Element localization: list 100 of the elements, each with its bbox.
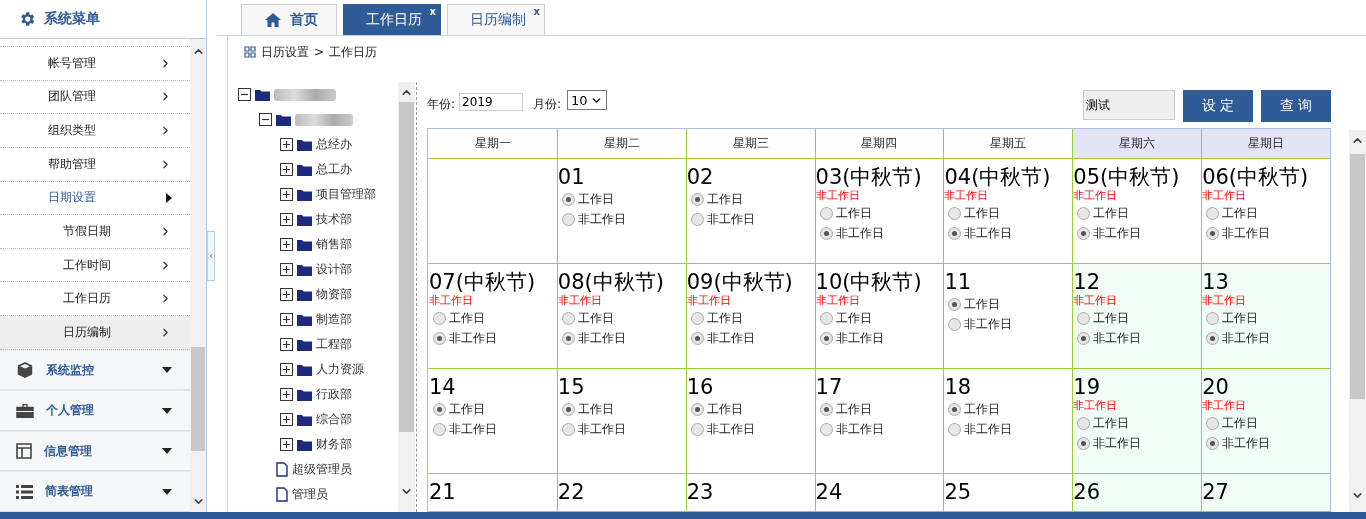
- radio-icon[interactable]: [561, 311, 575, 325]
- radio-option[interactable]: 工作日: [815, 399, 944, 419]
- scroll-thumb[interactable]: [191, 347, 205, 451]
- radio-icon[interactable]: [690, 192, 704, 206]
- radio-option[interactable]: 非工作日: [429, 328, 557, 348]
- radio-option[interactable]: 工作日: [1073, 413, 1202, 433]
- scrollbar[interactable]: [398, 82, 415, 512]
- tree-label[interactable]: 总经办: [316, 136, 352, 153]
- radio-option[interactable]: 非工作日: [944, 419, 1073, 439]
- action-button[interactable]: 设 定: [1183, 90, 1253, 122]
- radio-option[interactable]: 工作日: [1202, 413, 1330, 433]
- radio-option[interactable]: 工作日: [944, 399, 1073, 419]
- expand-icon[interactable]: [280, 263, 293, 276]
- tree-label[interactable]: 销售部: [316, 236, 352, 253]
- radio-icon[interactable]: [433, 422, 446, 436]
- radio-icon[interactable]: [690, 212, 704, 226]
- tree-label[interactable]: 物资部: [316, 286, 352, 303]
- radio-icon[interactable]: [561, 422, 575, 436]
- expand-icon[interactable]: [280, 213, 293, 226]
- radio-icon[interactable]: [690, 331, 704, 345]
- close-button[interactable]: x: [429, 6, 436, 17]
- tree-label[interactable]: 管理员: [292, 486, 328, 503]
- menu-group[interactable]: 信息管理: [0, 430, 190, 472]
- radio-icon[interactable]: [948, 317, 962, 331]
- radio-icon[interactable]: [1206, 206, 1220, 220]
- expand-icon[interactable]: [280, 238, 293, 251]
- tab[interactable]: 日历编制 x: [447, 4, 545, 35]
- expand-icon[interactable]: [280, 438, 293, 451]
- tree-label[interactable]: 设计部: [316, 261, 352, 278]
- collapse-icon[interactable]: [238, 88, 251, 101]
- radio-icon[interactable]: [1077, 416, 1091, 430]
- radio-option[interactable]: 非工作日: [429, 419, 557, 439]
- radio-option[interactable]: 非工作日: [944, 314, 1073, 334]
- radio-option[interactable]: 非工作日: [686, 419, 815, 439]
- radio-option[interactable]: 非工作日: [686, 209, 815, 229]
- radio-option[interactable]: 工作日: [1202, 203, 1330, 223]
- radio-option[interactable]: 非工作日: [557, 328, 686, 348]
- radio-icon[interactable]: [819, 206, 833, 220]
- radio-icon[interactable]: [690, 402, 704, 416]
- scroll-thumb[interactable]: [399, 102, 414, 432]
- tree-label[interactable]: 总工办: [316, 161, 352, 178]
- radio-icon[interactable]: [819, 402, 833, 416]
- menu-group[interactable]: 系统监控: [0, 349, 190, 391]
- radio-icon[interactable]: [561, 331, 575, 345]
- radio-option[interactable]: 非工作日: [815, 223, 944, 243]
- tree-label[interactable]: 超级管理员: [292, 461, 352, 478]
- action-button[interactable]: 查 询: [1261, 90, 1331, 122]
- radio-icon[interactable]: [433, 331, 446, 345]
- expand-icon[interactable]: [280, 288, 293, 301]
- tab[interactable]: 首页: [241, 4, 337, 35]
- expand-icon[interactable]: [280, 338, 293, 351]
- radio-option[interactable]: 工作日: [944, 294, 1073, 314]
- year-input[interactable]: 2019: [459, 93, 524, 111]
- radio-option[interactable]: 非工作日: [815, 419, 944, 439]
- radio-icon[interactable]: [1077, 436, 1091, 450]
- radio-icon[interactable]: [1077, 226, 1091, 240]
- radio-option[interactable]: 非工作日: [1202, 223, 1330, 243]
- radio-icon[interactable]: [1206, 226, 1220, 240]
- expand-icon[interactable]: [280, 188, 293, 201]
- tree-label[interactable]: 项目管理部: [316, 186, 376, 203]
- radio-option[interactable]: 工作日: [557, 308, 686, 328]
- radio-option[interactable]: 工作日: [1073, 308, 1202, 328]
- radio-icon[interactable]: [690, 422, 704, 436]
- scrollbar[interactable]: [190, 39, 206, 512]
- tree-label[interactable]: 制造部: [316, 311, 352, 328]
- expand-icon[interactable]: [280, 138, 293, 151]
- radio-icon[interactable]: [1206, 436, 1220, 450]
- radio-option[interactable]: 工作日: [686, 308, 815, 328]
- radio-icon[interactable]: [1077, 206, 1091, 220]
- radio-option[interactable]: 非工作日: [686, 328, 815, 348]
- radio-icon[interactable]: [1206, 331, 1220, 345]
- radio-option[interactable]: 非工作日: [1202, 433, 1330, 453]
- radio-option[interactable]: 工作日: [815, 308, 944, 328]
- radio-option[interactable]: 工作日: [686, 399, 815, 419]
- expand-icon[interactable]: [280, 388, 293, 401]
- radio-option[interactable]: 工作日: [944, 203, 1073, 223]
- radio-option[interactable]: 工作日: [557, 189, 686, 209]
- radio-icon[interactable]: [433, 311, 446, 325]
- scroll-thumb[interactable]: [1350, 154, 1365, 399]
- radio-icon[interactable]: [948, 226, 962, 240]
- radio-icon[interactable]: [819, 226, 833, 240]
- tree-label[interactable]: 财务部: [316, 436, 352, 453]
- radio-icon[interactable]: [819, 311, 833, 325]
- tree-label[interactable]: 人力资源: [316, 361, 364, 378]
- radio-option[interactable]: 工作日: [429, 308, 557, 328]
- radio-icon[interactable]: [948, 297, 962, 311]
- tree-label[interactable]: 技术部: [316, 211, 352, 228]
- radio-icon[interactable]: [1206, 311, 1220, 325]
- tab[interactable]: 工作日历 x: [343, 4, 441, 35]
- radio-option[interactable]: 工作日: [1073, 203, 1202, 223]
- radio-icon[interactable]: [561, 192, 575, 206]
- radio-option[interactable]: 非工作日: [1202, 328, 1330, 348]
- close-button[interactable]: x: [533, 6, 540, 17]
- radio-option[interactable]: 工作日: [557, 399, 686, 419]
- radio-icon[interactable]: [948, 422, 962, 436]
- tree-label[interactable]: 工程部: [316, 336, 352, 353]
- breadcrumb-link[interactable]: 日历设置: [261, 43, 309, 61]
- expand-icon[interactable]: [280, 163, 293, 176]
- scrollbar[interactable]: [1349, 130, 1366, 512]
- menu-item[interactable]: 日历编制: [0, 316, 190, 350]
